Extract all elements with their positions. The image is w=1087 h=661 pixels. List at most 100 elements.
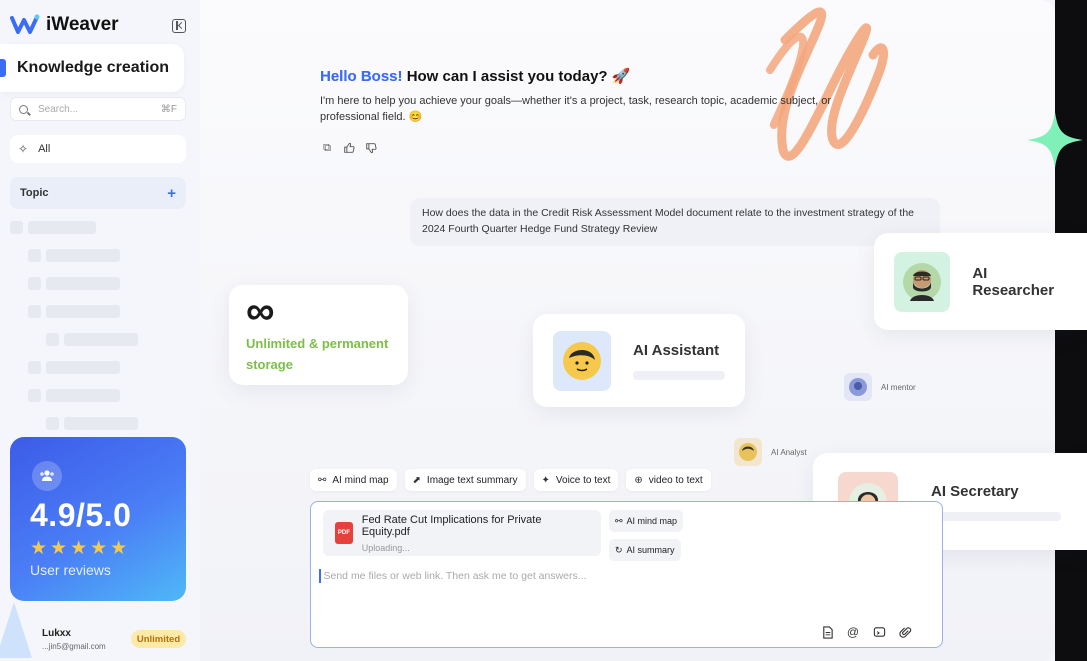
- storage-feature-card: ∞ Unlimited & permanent storage: [229, 285, 408, 385]
- tree-node-skeleton: [10, 221, 23, 234]
- sidebar-item-label: All: [38, 143, 51, 155]
- ai-mind-map-chip[interactable]: ⚯ AI mind map: [609, 510, 684, 532]
- copy-icon[interactable]: ⧉: [320, 141, 334, 155]
- paperclip-icon[interactable]: [898, 625, 912, 639]
- thumbs-up-icon[interactable]: [342, 141, 356, 155]
- video-to-text-button[interactable]: ⊕ video to text: [626, 469, 711, 491]
- image-text-summary-button[interactable]: ⬈ Image text summary: [404, 469, 526, 491]
- ai-secretary-title: AI Secretary: [931, 482, 1019, 500]
- tree-node-skeleton: [28, 389, 41, 402]
- message-input[interactable]: Send me files or web link. Then ask me t…: [319, 569, 587, 583]
- document-icon[interactable]: [820, 625, 834, 639]
- video-icon: ⊕: [634, 474, 643, 486]
- ai-analyst-label: AI Analyst: [771, 447, 807, 457]
- mindmap-icon: ⚯: [318, 474, 327, 486]
- infinity-icon: ∞: [246, 289, 275, 333]
- ai-analyst-chip[interactable]: AI Analyst: [734, 438, 807, 466]
- topic-header[interactable]: Topic +: [10, 177, 186, 209]
- tree-node-skeleton: [46, 305, 120, 318]
- user-email: ...jin5@gmail.com: [42, 642, 106, 651]
- chat-composer[interactable]: PDF Fed Rate Cut Implications for Privat…: [310, 501, 943, 648]
- mention-icon[interactable]: @: [846, 625, 860, 639]
- tree-node-skeleton: [28, 305, 41, 318]
- app-logo[interactable]: iWeaver: [10, 14, 119, 36]
- message-placeholder: Send me files or web link. Then ask me t…: [323, 570, 587, 582]
- voice-icon: ✦: [541, 474, 550, 486]
- storage-feature-label: Unlimited & permanent storage: [246, 336, 389, 372]
- tree-node-skeleton: [28, 361, 41, 374]
- greeting-question: How can I assist you today? 🚀: [406, 68, 631, 85]
- mindmap-icon: ⚯: [615, 515, 623, 526]
- ai-mentor-avatar: [844, 373, 872, 401]
- sidebar-item-label: Knowledge creation: [17, 59, 170, 76]
- tree-node-skeleton: [64, 333, 138, 346]
- file-name: Fed Rate Cut Implications for Private Eq…: [361, 513, 542, 538]
- tool-label: Image text summary: [426, 474, 518, 486]
- tool-label: Voice to text: [555, 474, 611, 486]
- message-feedback: ⧉: [320, 141, 378, 155]
- ai-mentor-label: AI mentor: [881, 382, 916, 392]
- text-caret: [319, 569, 321, 583]
- thumbs-down-icon[interactable]: [364, 141, 378, 155]
- search-placeholder: Search...: [38, 103, 79, 115]
- decorative-shape: [0, 602, 32, 658]
- sparkle-star-decoration: [1027, 112, 1083, 168]
- user-query-bubble: How does the data in the Credit Risk Ass…: [410, 198, 940, 246]
- ai-mind-map-button[interactable]: ⚯ AI mind map: [310, 469, 397, 491]
- active-indicator: [0, 59, 6, 77]
- ai-mentor-chip[interactable]: AI mentor: [844, 373, 916, 401]
- greeting-body: I'm here to help you achieve your goals—…: [320, 95, 832, 123]
- file-status: Uploading...: [361, 542, 410, 553]
- greeting-hello: Hello Boss!: [320, 68, 403, 85]
- pdf-file-icon: PDF: [335, 522, 353, 544]
- ai-researcher-card[interactable]: AI Researcher: [874, 233, 1087, 330]
- star-rating-icon: ★★★★★: [30, 538, 131, 559]
- composer-actions: @: [820, 625, 912, 639]
- ai-summary-chip[interactable]: ↻ AI summary: [609, 539, 681, 561]
- rating-value: 4.9/5.0: [30, 497, 132, 533]
- user-name: Lukxx: [42, 628, 71, 639]
- image-text-icon: ⬈: [412, 474, 421, 486]
- ai-assistant-card[interactable]: AI Assistant: [533, 314, 745, 407]
- collapse-sidebar-icon[interactable]: [172, 19, 186, 33]
- rating-caption: User reviews: [30, 562, 111, 578]
- sparkle-icon: ✧: [18, 142, 29, 156]
- plan-badge[interactable]: Unlimited: [131, 630, 186, 648]
- tree-node-skeleton: [46, 361, 120, 374]
- app-name: iWeaver: [46, 14, 119, 35]
- tree-node-skeleton: [46, 277, 120, 290]
- ai-assistant-title: AI Assistant: [633, 341, 720, 359]
- tool-bar: ⚯ AI mind map ⬈ Image text summary ✦ Voi…: [310, 469, 711, 491]
- attached-file[interactable]: PDF Fed Rate Cut Implications for Privat…: [323, 510, 601, 556]
- chip-label: AI summary: [626, 545, 675, 555]
- add-topic-button[interactable]: +: [167, 185, 176, 202]
- topic-label: Topic: [20, 187, 49, 199]
- tree-node-skeleton: [64, 417, 138, 430]
- users-icon: [32, 461, 62, 491]
- ai-analyst-avatar: [734, 438, 762, 466]
- user-profile[interactable]: Lukxx ...jin5@gmail.com: [42, 628, 106, 651]
- voice-to-text-button[interactable]: ✦ Voice to text: [533, 469, 619, 491]
- rating-card: 4.9/5.0 ★★★★★ User reviews: [10, 437, 186, 601]
- researcher-face-icon: [903, 262, 942, 301]
- tool-label: video to text: [648, 474, 703, 486]
- ai-assistant-avatar: [553, 330, 611, 391]
- prompt-icon[interactable]: [872, 625, 886, 639]
- chip-label: AI mind map: [626, 516, 678, 526]
- search-input[interactable]: Search... ⌘F: [10, 97, 186, 121]
- ai-researcher-avatar: [894, 251, 951, 312]
- iweaver-logo-icon: [10, 14, 40, 34]
- tree-node-skeleton: [46, 333, 59, 346]
- sidebar-item-knowledge-creation[interactable]: Knowledge creation: [0, 44, 184, 92]
- tool-label: AI mind map: [332, 474, 389, 486]
- tree-node-skeleton: [46, 249, 120, 262]
- ai-researcher-title: AI Researcher: [972, 264, 1055, 299]
- tree-node-skeleton: [46, 389, 120, 402]
- sidebar-item-all[interactable]: ✧ All: [10, 135, 186, 163]
- window-edge: [1055, 0, 1087, 661]
- tree-node-skeleton: [28, 221, 96, 234]
- search-shortcut: ⌘F: [160, 103, 177, 115]
- card-skeleton-line: [633, 370, 725, 380]
- tree-node-skeleton: [28, 277, 41, 290]
- tree-node-skeleton: [46, 417, 59, 430]
